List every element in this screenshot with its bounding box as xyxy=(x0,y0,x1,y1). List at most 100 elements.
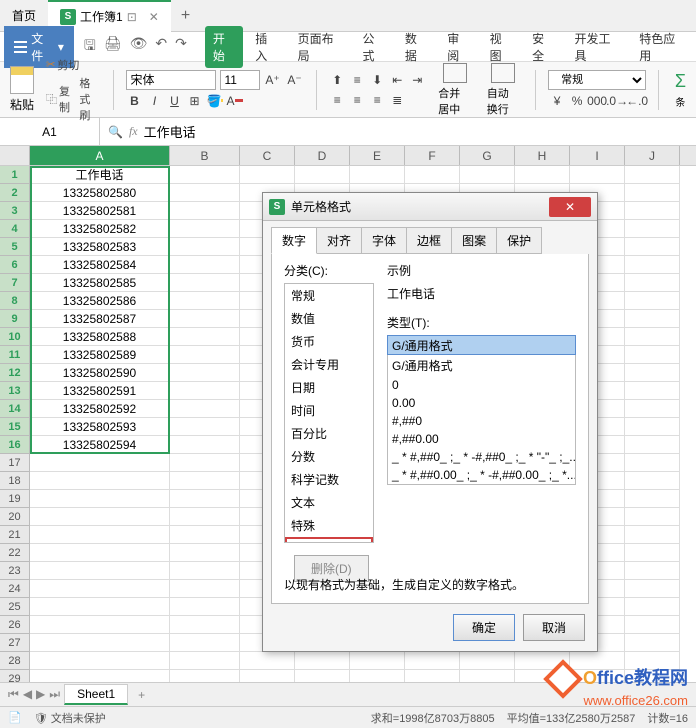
sheet-tab[interactable]: Sheet1 xyxy=(64,684,128,705)
font-family-select[interactable] xyxy=(126,70,216,90)
cell[interactable] xyxy=(625,256,680,274)
align-top-button[interactable]: ⬆ xyxy=(328,71,346,89)
cell[interactable] xyxy=(170,364,240,382)
cell[interactable] xyxy=(625,544,680,562)
column-header[interactable]: C xyxy=(240,146,295,165)
cell[interactable] xyxy=(625,472,680,490)
cell[interactable] xyxy=(625,634,680,652)
cell[interactable] xyxy=(625,526,680,544)
align-justify-button[interactable]: ≣ xyxy=(388,91,406,109)
align-bottom-button[interactable]: ⬇ xyxy=(368,71,386,89)
cell[interactable] xyxy=(170,526,240,544)
cell[interactable] xyxy=(30,598,170,616)
cell[interactable] xyxy=(405,652,460,670)
cell[interactable] xyxy=(170,346,240,364)
decimal-dec-button[interactable]: ←.0 xyxy=(628,92,646,110)
preview-icon[interactable]: 👁 xyxy=(130,35,148,59)
ribbon-tab-security[interactable]: 安全 xyxy=(524,26,562,68)
cell[interactable] xyxy=(170,238,240,256)
row-header[interactable]: 3 xyxy=(0,202,30,220)
row-header[interactable]: 11 xyxy=(0,346,30,364)
cell[interactable] xyxy=(625,400,680,418)
cell[interactable]: 13325802583 xyxy=(30,238,170,256)
row-header[interactable]: 13 xyxy=(0,382,30,400)
increase-font-button[interactable]: A⁺ xyxy=(264,71,282,89)
type-item[interactable]: _ * #,##0.00_ ;_ * -#,##0.00_ ;_ *... xyxy=(388,466,575,484)
ribbon-tab-insert[interactable]: 插入 xyxy=(247,26,285,68)
column-header[interactable]: I xyxy=(570,146,625,165)
dialog-tab-border[interactable]: 边框 xyxy=(406,227,452,254)
cell[interactable] xyxy=(460,166,515,184)
decrease-font-button[interactable]: A⁻ xyxy=(286,71,304,89)
row-header[interactable]: 22 xyxy=(0,544,30,562)
cell[interactable]: 13325802590 xyxy=(30,364,170,382)
cell[interactable] xyxy=(625,598,680,616)
ribbon-tab-start[interactable]: 开始 xyxy=(205,26,243,68)
row-header[interactable]: 18 xyxy=(0,472,30,490)
type-item[interactable]: 0 xyxy=(388,376,575,394)
cell[interactable] xyxy=(170,580,240,598)
cell[interactable] xyxy=(405,166,460,184)
fill-color-button[interactable]: 🪣 xyxy=(206,92,224,110)
cell[interactable] xyxy=(30,472,170,490)
cell[interactable] xyxy=(240,652,295,670)
cell[interactable] xyxy=(625,364,680,382)
cell[interactable] xyxy=(625,454,680,472)
select-all-corner[interactable] xyxy=(0,146,30,165)
row-header[interactable]: 27 xyxy=(0,634,30,652)
cell[interactable]: 13325802584 xyxy=(30,256,170,274)
cell[interactable] xyxy=(625,382,680,400)
print-icon[interactable]: 🖨 xyxy=(104,35,122,59)
cancel-button[interactable]: 取消 xyxy=(523,614,585,641)
row-header[interactable]: 26 xyxy=(0,616,30,634)
prev-sheet-icon[interactable]: ◀ xyxy=(23,687,32,702)
cell[interactable] xyxy=(170,544,240,562)
column-header[interactable]: G xyxy=(460,146,515,165)
align-middle-button[interactable]: ≡ xyxy=(348,71,366,89)
ribbon-tab-data[interactable]: 数据 xyxy=(397,26,435,68)
cell[interactable] xyxy=(625,166,680,184)
cell[interactable] xyxy=(30,634,170,652)
formula-input[interactable] xyxy=(144,124,688,139)
cell[interactable] xyxy=(170,184,240,202)
cell[interactable] xyxy=(170,166,240,184)
cell[interactable] xyxy=(350,166,405,184)
cell[interactable] xyxy=(460,652,515,670)
comma-button[interactable]: 000 xyxy=(588,92,606,110)
cell[interactable] xyxy=(30,580,170,598)
cat-item[interactable]: 特殊 xyxy=(285,514,373,537)
search-icon[interactable]: 🔍 xyxy=(108,125,123,139)
cell[interactable] xyxy=(295,166,350,184)
cell[interactable] xyxy=(625,220,680,238)
cell[interactable] xyxy=(625,202,680,220)
cell[interactable]: 13325802594 xyxy=(30,436,170,454)
number-format-select[interactable]: 常规 xyxy=(548,70,646,90)
type-item[interactable]: _ * #,##0_ ;_ * -#,##0_ ;_ * "-"_ ;_... xyxy=(388,448,575,466)
cell[interactable] xyxy=(170,508,240,526)
cell[interactable]: 13325802593 xyxy=(30,418,170,436)
cell[interactable] xyxy=(170,400,240,418)
cell[interactable] xyxy=(170,256,240,274)
type-item[interactable]: G/通用格式 xyxy=(388,355,575,376)
cell[interactable] xyxy=(170,382,240,400)
column-header[interactable]: J xyxy=(625,146,680,165)
cell[interactable] xyxy=(170,652,240,670)
cat-item[interactable]: 百分比 xyxy=(285,422,373,445)
cell[interactable]: 13325802586 xyxy=(30,292,170,310)
cell[interactable]: 13325802581 xyxy=(30,202,170,220)
currency-button[interactable]: ¥ xyxy=(548,92,566,110)
cell[interactable]: 13325802592 xyxy=(30,400,170,418)
autowrap-button[interactable]: 自动换行 xyxy=(483,61,524,119)
cell[interactable]: 13325802589 xyxy=(30,346,170,364)
paste-button[interactable]: 粘贴 xyxy=(6,64,38,115)
cat-item[interactable]: 科学记数 xyxy=(285,468,373,491)
conditional-format-button[interactable]: 条 xyxy=(671,69,690,111)
cell[interactable] xyxy=(625,274,680,292)
last-sheet-icon[interactable]: ⏭ xyxy=(49,687,60,702)
sheet-nav[interactable]: ⏮ ◀ ▶ ⏭ xyxy=(8,687,60,702)
first-sheet-icon[interactable]: ⏮ xyxy=(8,687,19,702)
row-header[interactable]: 16 xyxy=(0,436,30,454)
dialog-titlebar[interactable]: S 单元格格式 ✕ xyxy=(263,193,597,221)
border-button[interactable]: ⊞ xyxy=(186,92,204,110)
row-header[interactable]: 8 xyxy=(0,292,30,310)
